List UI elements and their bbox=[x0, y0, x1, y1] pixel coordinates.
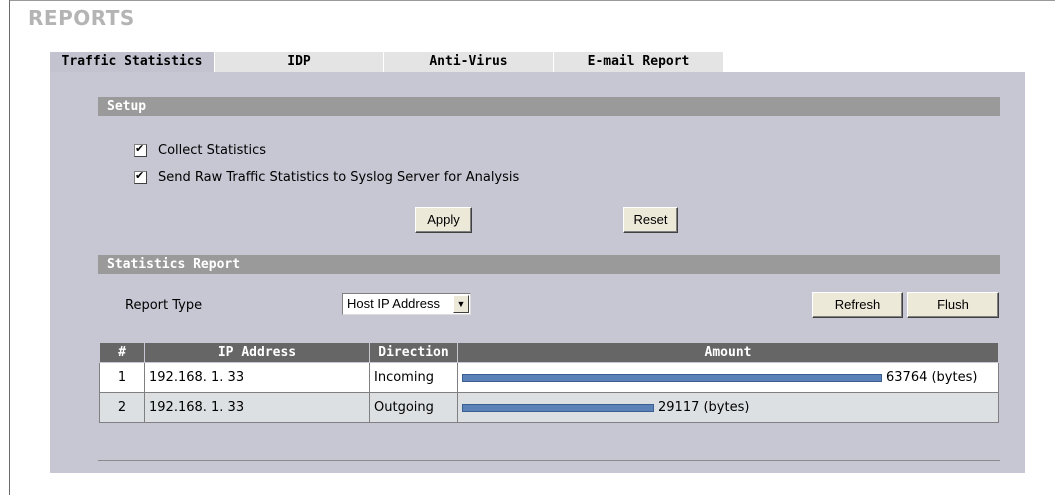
amount-bar bbox=[462, 373, 882, 382]
amount-bar bbox=[462, 403, 654, 412]
report-type-select[interactable]: Host IP Address ▼ bbox=[342, 293, 471, 315]
row-direction: Incoming bbox=[369, 362, 458, 393]
column-header-amount: Amount bbox=[457, 342, 999, 363]
send-syslog-label: Send Raw Traffic Statistics to Syslog Se… bbox=[158, 170, 520, 185]
table-row: 1 192.168. 1. 33 Incoming 63764 (bytes) bbox=[99, 362, 999, 393]
row-number: 1 bbox=[99, 362, 145, 393]
chevron-down-icon[interactable]: ▼ bbox=[453, 295, 469, 313]
checkmark-icon: ✔ bbox=[135, 142, 145, 155]
tab-bar: Traffic Statistics IDP Anti-Virus E-mail… bbox=[50, 52, 724, 72]
collect-statistics-checkbox[interactable]: ✔ bbox=[134, 142, 147, 157]
row-ip-address: 192.168. 1. 33 bbox=[144, 392, 370, 423]
apply-button[interactable]: Apply bbox=[415, 207, 472, 233]
row-ip-address: 192.168. 1. 33 bbox=[144, 362, 370, 393]
report-type-label: Report Type bbox=[125, 298, 203, 313]
page-title: REPORTS bbox=[28, 6, 135, 30]
amount-text: 63764 (bytes) bbox=[886, 370, 978, 385]
row-amount: 29117 (bytes) bbox=[457, 392, 999, 423]
tab-email-report[interactable]: E-mail Report bbox=[554, 52, 724, 72]
statistics-table: # IP Address Direction Amount 1 192.168.… bbox=[99, 342, 999, 423]
tab-idp[interactable]: IDP bbox=[215, 52, 384, 72]
row-number: 2 bbox=[99, 392, 145, 423]
column-header-ip-address: IP Address bbox=[144, 342, 370, 363]
row-direction: Outgoing bbox=[369, 392, 458, 423]
table-header-row: # IP Address Direction Amount bbox=[99, 342, 999, 363]
amount-text: 29117 (bytes) bbox=[658, 400, 750, 415]
traffic-statistics-panel: Setup ✔ Collect Statistics ✔ Send Raw Tr… bbox=[50, 72, 1025, 473]
column-header-number: # bbox=[99, 342, 145, 363]
column-header-direction: Direction bbox=[369, 342, 458, 363]
send-syslog-checkbox[interactable]: ✔ bbox=[134, 169, 147, 184]
reset-button[interactable]: Reset bbox=[623, 207, 678, 233]
report-type-value: Host IP Address bbox=[347, 296, 440, 311]
setup-section-header: Setup bbox=[98, 97, 1000, 116]
amount-cell: 29117 (bytes) bbox=[462, 400, 998, 415]
statistics-report-section-header: Statistics Report bbox=[98, 255, 1000, 274]
checkmark-icon: ✔ bbox=[135, 169, 145, 182]
refresh-button[interactable]: Refresh bbox=[812, 292, 903, 318]
tab-anti-virus[interactable]: Anti-Virus bbox=[384, 52, 554, 72]
frame-left-border bbox=[9, 0, 10, 495]
table-row: 2 192.168. 1. 33 Outgoing 29117 (bytes) bbox=[99, 392, 999, 423]
frame-top-border bbox=[9, 0, 1055, 1]
bottom-divider bbox=[98, 460, 1000, 461]
flush-button[interactable]: Flush bbox=[907, 292, 999, 318]
row-amount: 63764 (bytes) bbox=[457, 362, 999, 393]
tab-traffic-statistics[interactable]: Traffic Statistics bbox=[50, 52, 215, 72]
collect-statistics-row: ✔ Collect Statistics bbox=[134, 142, 267, 158]
send-syslog-row: ✔ Send Raw Traffic Statistics to Syslog … bbox=[134, 169, 520, 185]
collect-statistics-label: Collect Statistics bbox=[158, 143, 267, 158]
amount-cell: 63764 (bytes) bbox=[462, 370, 998, 385]
